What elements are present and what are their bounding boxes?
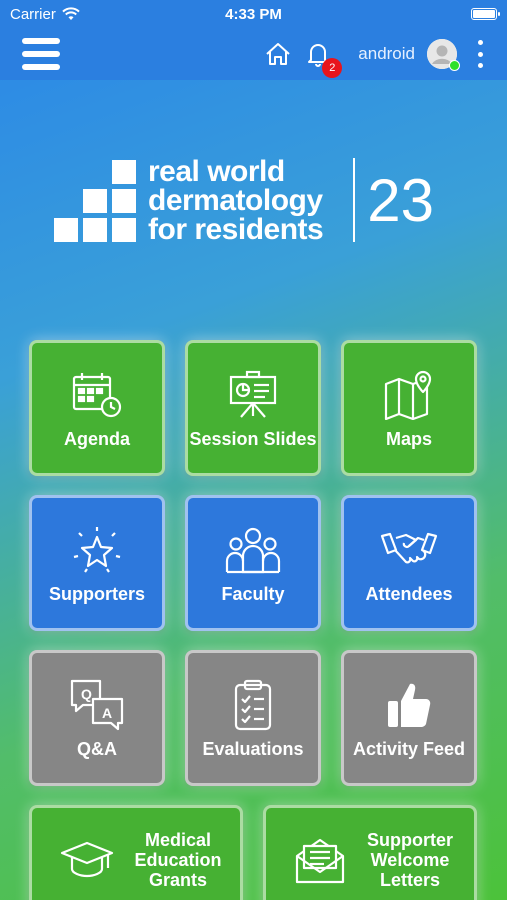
maps-label: Maps — [385, 429, 432, 449]
thumbs-up-icon — [386, 677, 432, 733]
graduation-cap-icon — [60, 832, 114, 888]
supporters-tile[interactable]: Supporters — [29, 495, 165, 631]
group-icon — [224, 522, 282, 578]
supporters-label: Supporters — [48, 584, 145, 604]
more-options-button[interactable] — [475, 40, 485, 68]
medical-education-grants-tile[interactable]: Medical Education Grants — [29, 805, 243, 900]
menu-button[interactable] — [22, 38, 60, 70]
medical-education-grants-label: Medical Education Grants — [134, 830, 222, 890]
maps-tile[interactable]: Maps — [341, 340, 477, 476]
agenda-tile[interactable]: Agenda — [29, 340, 165, 476]
attendees-tile[interactable]: Attendees — [341, 495, 477, 631]
map-icon — [383, 367, 435, 423]
supporter-welcome-letters-tile[interactable]: Supporter Welcome Letters — [263, 805, 477, 900]
qa-tile[interactable]: Q A Q&A — [29, 650, 165, 786]
envelope-icon — [294, 832, 346, 888]
logo-line-2: dermatology — [148, 183, 323, 217]
activity-feed-label: Activity Feed — [352, 739, 466, 759]
logo-divider — [353, 158, 356, 242]
status-bar: Carrier 4:33 PM — [0, 0, 507, 28]
logo-blocks-icon — [54, 156, 142, 244]
session-slides-label: Session Slides — [189, 429, 317, 449]
status-time: 4:33 PM — [225, 5, 282, 23]
online-status-dot — [449, 60, 460, 71]
notifications-button[interactable]: 2 — [304, 40, 343, 78]
attendees-label: Attendees — [365, 584, 453, 604]
supporter-welcome-letters-label: Supporter Welcome Letters — [366, 830, 453, 890]
clipboard-icon — [231, 677, 275, 733]
svg-text:A: A — [102, 705, 112, 721]
logo-year: 23 — [367, 166, 434, 234]
qa-label: Q&A — [77, 739, 117, 759]
activity-feed-tile[interactable]: Activity Feed — [341, 650, 477, 786]
app-bar-actions: 2 android — [264, 39, 485, 78]
logo-line-3: for residents — [148, 212, 324, 246]
handshake-icon — [380, 522, 438, 578]
notification-badge: 2 — [322, 58, 343, 78]
avatar[interactable] — [427, 39, 460, 71]
chat-icon: Q A — [69, 677, 125, 733]
wifi-icon — [62, 7, 80, 20]
home-button[interactable] — [264, 40, 292, 68]
session-slides-tile[interactable]: Session Slides — [185, 340, 321, 476]
app-bar: 2 android — [0, 28, 507, 80]
logo-text: real world dermatology for residents — [148, 154, 324, 246]
logo-line-1: real world — [148, 154, 285, 188]
calendar-icon — [71, 367, 123, 423]
status-right — [327, 8, 500, 20]
status-left: Carrier — [10, 6, 180, 23]
evaluations-label: Evaluations — [202, 739, 304, 759]
home-icon — [266, 43, 290, 65]
faculty-label: Faculty — [221, 584, 285, 604]
agenda-label: Agenda — [63, 429, 130, 449]
presentation-icon — [227, 367, 279, 423]
svg-text:Q: Q — [81, 686, 92, 702]
faculty-tile[interactable]: Faculty — [185, 495, 321, 631]
evaluations-tile[interactable]: Evaluations — [185, 650, 321, 786]
battery-icon — [471, 8, 500, 20]
username-label: android — [358, 44, 415, 63]
event-logo: real world dermatology for residents 23 — [54, 150, 474, 250]
star-icon — [71, 522, 123, 578]
carrier-label: Carrier — [10, 5, 56, 23]
